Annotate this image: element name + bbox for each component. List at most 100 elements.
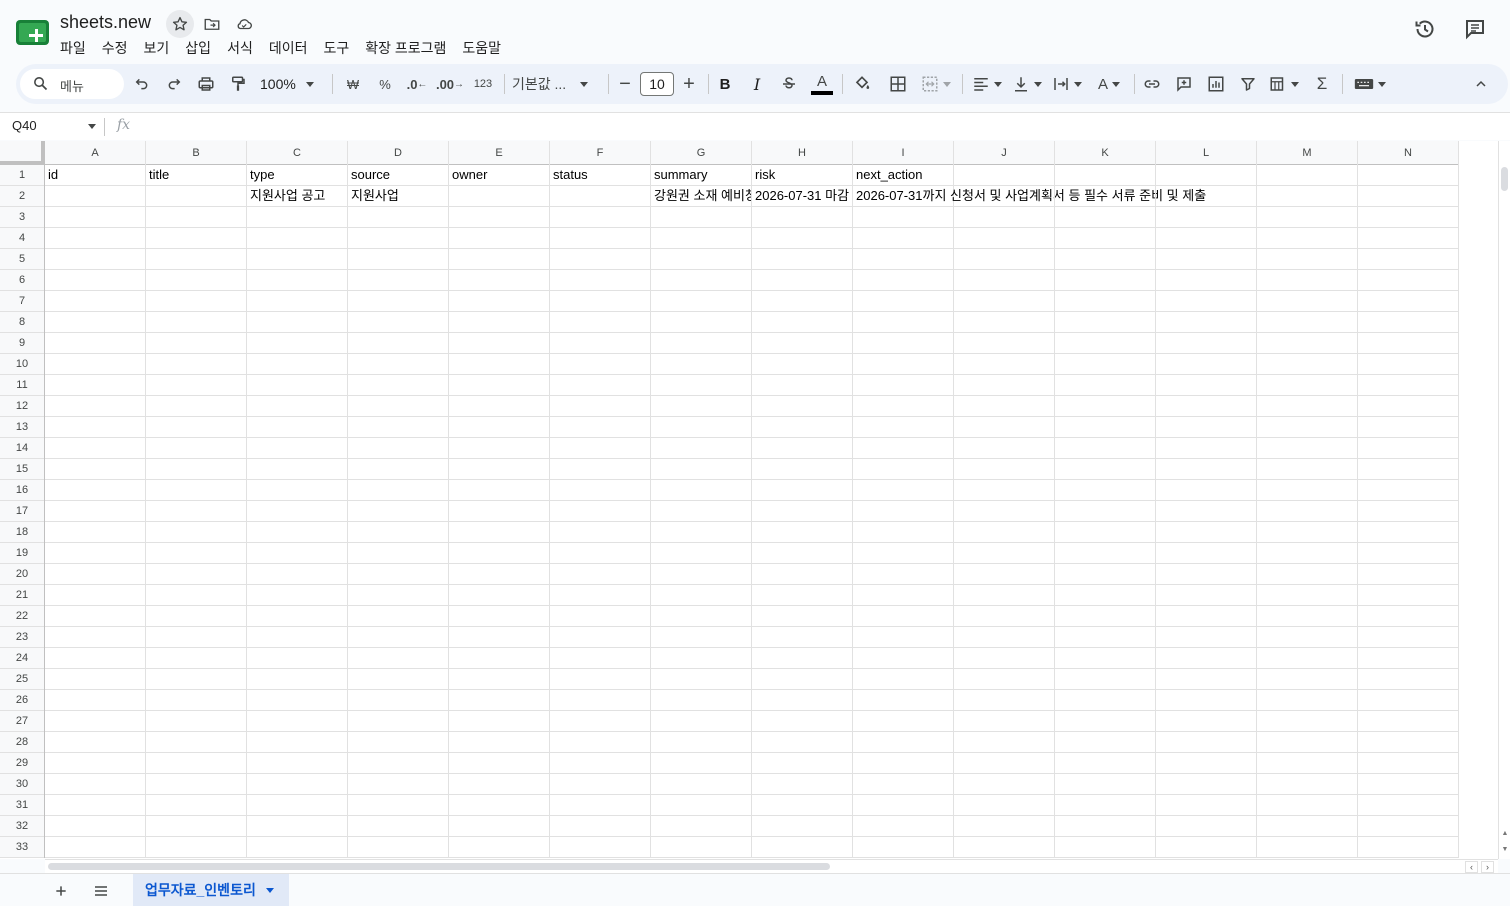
cell-e20[interactable] [449, 564, 550, 585]
cell-m25[interactable] [1257, 669, 1358, 690]
cell-e15[interactable] [449, 459, 550, 480]
cell-f4[interactable] [550, 228, 651, 249]
cell-d6[interactable] [348, 270, 449, 291]
row-header[interactable]: 13 [0, 417, 44, 438]
cell-f17[interactable] [550, 501, 651, 522]
cell-n12[interactable] [1358, 396, 1459, 417]
cell-a8[interactable] [45, 312, 146, 333]
cell-e5[interactable] [449, 249, 550, 270]
cell-g30[interactable] [651, 774, 752, 795]
cell-c30[interactable] [247, 774, 348, 795]
cell-h1[interactable]: risk [752, 165, 853, 186]
cell-g29[interactable] [651, 753, 752, 774]
horizontal-align-icon[interactable] [970, 70, 1004, 98]
cell-f8[interactable] [550, 312, 651, 333]
cell-m21[interactable] [1257, 585, 1358, 606]
number-format-button[interactable]: 123 [470, 70, 496, 98]
strikethrough-icon[interactable] [778, 70, 800, 98]
cell-m32[interactable] [1257, 816, 1358, 837]
cell-g9[interactable] [651, 333, 752, 354]
cell-e1[interactable]: owner [449, 165, 550, 186]
cell-l16[interactable] [1156, 480, 1257, 501]
scroll-left-icon[interactable]: ‹ [1465, 861, 1478, 873]
menu-help[interactable]: 도움말 [454, 36, 509, 60]
cell-j8[interactable] [954, 312, 1055, 333]
cell-h33[interactable] [752, 837, 853, 858]
cell-m8[interactable] [1257, 312, 1358, 333]
cell-l33[interactable] [1156, 837, 1257, 858]
cell-h25[interactable] [752, 669, 853, 690]
cell-i3[interactable] [853, 207, 954, 228]
cell-d10[interactable] [348, 354, 449, 375]
cell-n19[interactable] [1358, 543, 1459, 564]
cell-g21[interactable] [651, 585, 752, 606]
cell-d9[interactable] [348, 333, 449, 354]
cell-f3[interactable] [550, 207, 651, 228]
cell-a6[interactable] [45, 270, 146, 291]
column-header-k[interactable]: K [1055, 141, 1156, 165]
cell-n15[interactable] [1358, 459, 1459, 480]
cell-e10[interactable] [449, 354, 550, 375]
cell-j31[interactable] [954, 795, 1055, 816]
cell-n26[interactable] [1358, 690, 1459, 711]
cell-e30[interactable] [449, 774, 550, 795]
cell-c8[interactable] [247, 312, 348, 333]
cell-a25[interactable] [45, 669, 146, 690]
cell-d5[interactable] [348, 249, 449, 270]
cell-g22[interactable] [651, 606, 752, 627]
cell-b7[interactable] [146, 291, 247, 312]
cell-h17[interactable] [752, 501, 853, 522]
add-sheet-icon[interactable] [50, 880, 72, 902]
cell-i31[interactable] [853, 795, 954, 816]
cell-h10[interactable] [752, 354, 853, 375]
cell-n23[interactable] [1358, 627, 1459, 648]
cell-k28[interactable] [1055, 732, 1156, 753]
cell-k14[interactable] [1055, 438, 1156, 459]
move-folder-icon[interactable] [198, 10, 226, 38]
cell-f12[interactable] [550, 396, 651, 417]
cell-b27[interactable] [146, 711, 247, 732]
cell-g12[interactable] [651, 396, 752, 417]
cell-k25[interactable] [1055, 669, 1156, 690]
cell-e23[interactable] [449, 627, 550, 648]
cell-b9[interactable] [146, 333, 247, 354]
cell-e4[interactable] [449, 228, 550, 249]
cell-e32[interactable] [449, 816, 550, 837]
row-header[interactable]: 3 [0, 207, 44, 228]
cell-l22[interactable] [1156, 606, 1257, 627]
cell-m23[interactable] [1257, 627, 1358, 648]
cell-j22[interactable] [954, 606, 1055, 627]
menu-search[interactable]: 메뉴 [20, 69, 124, 99]
cell-g23[interactable] [651, 627, 752, 648]
cell-b20[interactable] [146, 564, 247, 585]
cell-i8[interactable] [853, 312, 954, 333]
row-header[interactable]: 1 [0, 165, 44, 186]
cell-d13[interactable] [348, 417, 449, 438]
cell-i1[interactable]: next_action [853, 165, 954, 186]
cell-b17[interactable] [146, 501, 247, 522]
cell-d27[interactable] [348, 711, 449, 732]
cell-k20[interactable] [1055, 564, 1156, 585]
cell-l25[interactable] [1156, 669, 1257, 690]
cell-g11[interactable] [651, 375, 752, 396]
cell-k8[interactable] [1055, 312, 1156, 333]
cell-n28[interactable] [1358, 732, 1459, 753]
cell-f9[interactable] [550, 333, 651, 354]
cell-h29[interactable] [752, 753, 853, 774]
cell-a4[interactable] [45, 228, 146, 249]
cell-n3[interactable] [1358, 207, 1459, 228]
cell-e25[interactable] [449, 669, 550, 690]
cell-l26[interactable] [1156, 690, 1257, 711]
cell-i12[interactable] [853, 396, 954, 417]
cell-b5[interactable] [146, 249, 247, 270]
cell-d14[interactable] [348, 438, 449, 459]
cell-a31[interactable] [45, 795, 146, 816]
cell-n6[interactable] [1358, 270, 1459, 291]
cell-c18[interactable] [247, 522, 348, 543]
cell-c27[interactable] [247, 711, 348, 732]
cell-n8[interactable] [1358, 312, 1459, 333]
cell-i27[interactable] [853, 711, 954, 732]
cell-e24[interactable] [449, 648, 550, 669]
decrease-decimal-button[interactable]: .0 ← [404, 70, 430, 98]
percent-format-button[interactable]: % [374, 70, 396, 98]
